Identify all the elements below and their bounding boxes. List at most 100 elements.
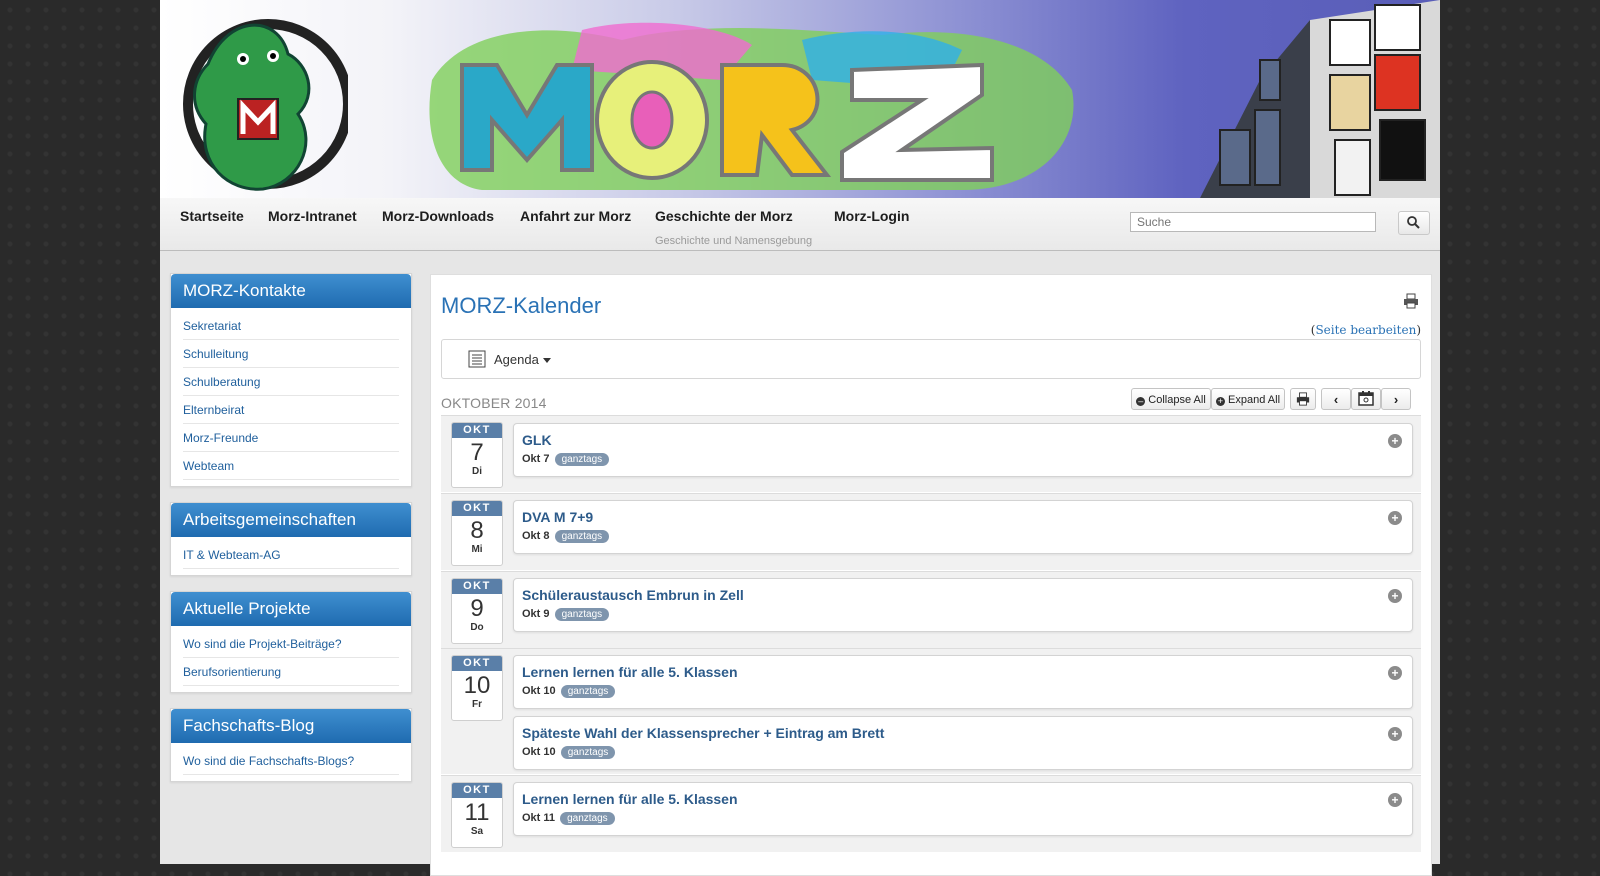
nav-morz-downloads[interactable]: Morz-Downloads <box>382 208 494 224</box>
minus-circle-icon: – <box>1136 396 1146 406</box>
header-banner <box>160 0 1440 198</box>
collapse-all-button[interactable]: – Collapse All <box>1131 388 1211 410</box>
event-title[interactable]: GLK <box>522 432 552 448</box>
module-title: MORZ-Kontakte <box>171 274 411 308</box>
plus-circle-icon[interactable]: + <box>1388 434 1402 448</box>
sidebar-link-elternbeirat[interactable]: Elternbeirat <box>183 396 399 424</box>
plus-circle-icon[interactable]: + <box>1388 793 1402 807</box>
dragon-mascot-logo[interactable] <box>168 4 348 196</box>
module-title: Aktuelle Projekte <box>171 592 411 626</box>
nav-anfahrt[interactable]: Anfahrt zur Morz <box>520 208 631 224</box>
sidebar-link-schulberatung[interactable]: Schulberatung <box>183 368 399 396</box>
date-badge-month: OKT <box>452 656 502 671</box>
day-row: OKT 10 Fr Lernen lernen für alle 5. Klas… <box>441 649 1421 775</box>
print-icon[interactable] <box>1403 293 1419 309</box>
nav-geschichte-sublabel: Geschichte und Namensgebung <box>655 235 813 247</box>
date-badge: OKT 10 Fr <box>451 655 503 721</box>
prev-month-button[interactable]: ‹ <box>1321 388 1351 410</box>
date-badge-weekday: Di <box>472 466 482 477</box>
page: Startseite Morz-Intranet Morz-Downloads … <box>160 0 1440 876</box>
sidebar-module-ags: Arbeitsgemeinschaften IT & Webteam-AG <box>170 502 412 576</box>
agenda-list-icon <box>468 350 486 368</box>
event-title[interactable]: Späteste Wahl der Klassensprecher + Eint… <box>522 725 884 741</box>
morz-graffiti-logo <box>429 22 1074 191</box>
date-badge-day: 10 <box>463 672 491 699</box>
nav-geschichte[interactable]: Geschichte der Morz Geschichte und Namen… <box>655 208 812 247</box>
sidebar-link-projekt-beitraege[interactable]: Wo sind die Projekt-Beiträge? <box>183 630 399 658</box>
event-card[interactable]: Lernen lernen für alle 5. Klassen Okt 10… <box>513 655 1413 709</box>
plus-circle-icon[interactable]: + <box>1388 589 1402 603</box>
event-date: Okt 8 ganztags <box>522 530 610 543</box>
event-card[interactable]: Späteste Wahl der Klassensprecher + Eint… <box>513 716 1413 770</box>
event-card[interactable]: Lernen lernen für alle 5. Klassen Okt 11… <box>513 782 1413 836</box>
event-date-text: Okt 10 <box>522 685 556 697</box>
sidebar-link-it-webteam-ag[interactable]: IT & Webteam-AG <box>183 541 399 569</box>
sidebar-module-kontakte: MORZ-Kontakte Sekretariat Schulleitung S… <box>170 273 412 487</box>
event-title[interactable]: Schüleraustausch Embrun in Zell <box>522 587 744 603</box>
event-card[interactable]: Schüleraustausch Embrun in Zell Okt 9 ga… <box>513 578 1413 632</box>
event-card[interactable]: GLK Okt 7 ganztags + <box>513 423 1413 477</box>
edit-page-link[interactable]: (Seite bearbeiten) <box>1311 323 1421 337</box>
school-building-photo <box>1200 0 1440 198</box>
all-day-badge: ganztags <box>560 812 615 825</box>
date-badge-day: 8 <box>470 517 484 544</box>
plus-circle-icon[interactable]: + <box>1388 511 1402 525</box>
nav-morz-intranet[interactable]: Morz-Intranet <box>268 208 357 224</box>
nav-morz-login[interactable]: Morz-Login <box>834 208 909 224</box>
sidebar-link-fachschafts-blogs[interactable]: Wo sind die Fachschafts-Blogs? <box>183 747 399 775</box>
date-badge-day: 11 <box>464 799 490 826</box>
expand-all-button[interactable]: + Expand All <box>1211 388 1285 410</box>
event-title[interactable]: DVA M 7+9 <box>522 509 593 525</box>
sidebar-link-sekretariat[interactable]: Sekretariat <box>183 312 399 340</box>
event-date-text: Okt 9 <box>522 608 550 620</box>
date-badge-month: OKT <box>452 783 502 798</box>
sidebar-module-projekte: Aktuelle Projekte Wo sind die Projekt-Be… <box>170 591 412 693</box>
print-icon <box>1296 392 1310 406</box>
date-badge-month: OKT <box>452 423 502 438</box>
all-day-badge: ganztags <box>560 685 616 698</box>
date-picker-button[interactable] <box>1351 388 1381 410</box>
day-row: OKT 9 Do Schüleraustausch Embrun in Zell… <box>441 572 1421 649</box>
date-badge-day: 7 <box>470 439 484 466</box>
view-dropdown[interactable]: Agenda <box>494 352 539 367</box>
expand-all-label: Expand All <box>1228 394 1281 406</box>
chevron-left-icon: ‹ <box>1333 392 1339 407</box>
event-title[interactable]: Lernen lernen für alle 5. Klassen <box>522 791 738 807</box>
print-button[interactable] <box>1290 388 1316 410</box>
module-title: Arbeitsgemeinschaften <box>171 503 411 537</box>
plus-circle-icon[interactable]: + <box>1388 727 1402 741</box>
calendar-icon <box>1358 391 1374 406</box>
date-badge: OKT 11 Sa <box>451 782 503 848</box>
search-input[interactable] <box>1130 212 1376 232</box>
event-date: Okt 10 ganztags <box>522 685 616 698</box>
date-badge: OKT 8 Mi <box>451 500 503 566</box>
all-day-badge: ganztags <box>554 453 610 466</box>
sidebar-link-webteam[interactable]: Webteam <box>183 452 399 480</box>
sidebar-link-morz-freunde[interactable]: Morz-Freunde <box>183 424 399 452</box>
chevron-down-icon[interactable] <box>543 358 551 363</box>
sidebar-link-berufsorientierung[interactable]: Berufsorientierung <box>183 658 399 686</box>
all-day-badge: ganztags <box>560 746 616 759</box>
day-row: OKT 7 Di GLK Okt 7 ganztags + <box>441 416 1421 493</box>
view-selector-bar: Agenda <box>441 339 1421 379</box>
chevron-right-icon: › <box>1393 392 1399 407</box>
plus-circle-icon[interactable]: + <box>1388 666 1402 680</box>
date-badge-weekday: Sa <box>470 826 484 837</box>
event-date-text: Okt 10 <box>522 746 556 758</box>
all-day-badge: ganztags <box>554 530 610 543</box>
event-title[interactable]: Lernen lernen für alle 5. Klassen <box>522 664 738 680</box>
page-title: MORZ-Kalender <box>441 293 602 318</box>
event-date-text: Okt 7 <box>522 453 550 465</box>
sidebar-link-schulleitung[interactable]: Schulleitung <box>183 340 399 368</box>
module-title: Fachschafts-Blog <box>171 709 411 743</box>
date-badge: OKT 7 Di <box>451 422 503 488</box>
day-row: OKT 11 Sa Lernen lernen für alle 5. Klas… <box>441 776 1421 853</box>
next-month-button[interactable]: › <box>1381 388 1411 410</box>
event-card[interactable]: DVA M 7+9 Okt 8 ganztags + <box>513 500 1413 554</box>
date-badge-day: 9 <box>470 595 484 622</box>
search-button[interactable] <box>1398 211 1430 235</box>
plus-circle-icon: + <box>1215 396 1225 406</box>
event-date: Okt 9 ganztags <box>522 608 610 621</box>
nav-startseite[interactable]: Startseite <box>180 208 244 224</box>
date-badge-weekday: Mi <box>471 544 483 555</box>
